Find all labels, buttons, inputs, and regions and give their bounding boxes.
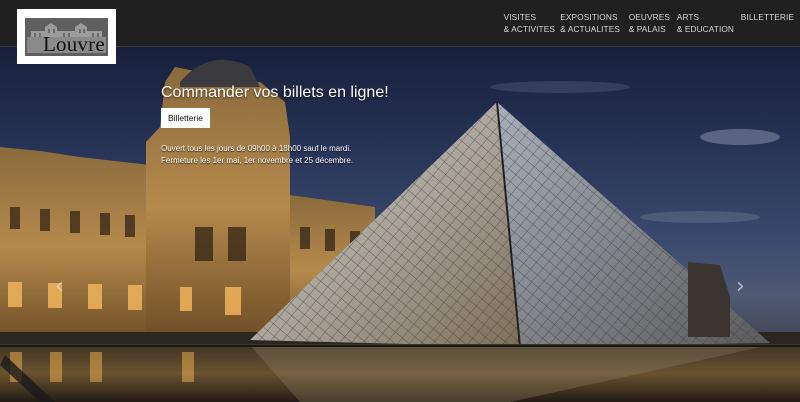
hero-title: Commander vos billets en ligne!	[161, 84, 389, 101]
nav-visites[interactable]: Visites & Activites	[504, 11, 555, 35]
nav-arts-line1: Arts	[676, 12, 700, 22]
nav-expositions-line2: & Actualites	[560, 24, 620, 34]
nav-oeuvres-line2: & Palais	[628, 24, 666, 34]
chevron-left-icon[interactable]: ‹	[55, 274, 64, 299]
nav-arts[interactable]: Arts & Education	[677, 11, 734, 35]
logo[interactable]: Louvre	[17, 9, 116, 64]
hero-image	[0, 59, 800, 402]
hero-carousel: Commander vos billets en ligne! Billette…	[0, 47, 800, 402]
chevron-right-icon[interactable]: ›	[736, 274, 745, 299]
opening-hours-text: Ouvert tous les jours de 09h00 à 18h00 s…	[161, 144, 352, 153]
site-header: Visites & Activites Expositions & Actual…	[0, 0, 800, 47]
closure-dates-text: Fermeture les 1er mai, 1er novembre et 2…	[161, 156, 354, 165]
nav-billetterie-line1: Billetterie	[740, 12, 794, 22]
nav-visites-line1: Visites	[503, 12, 537, 22]
nav-visites-line2: & Activites	[503, 24, 555, 34]
nav-billetterie[interactable]: Billetterie	[741, 11, 794, 23]
nav-oeuvres-line1: Oeuvres	[628, 12, 670, 22]
billetterie-button[interactable]: Billetterie	[161, 108, 210, 128]
logo-text: Louvre	[43, 32, 105, 56]
nav-oeuvres[interactable]: Oeuvres & Palais	[629, 11, 670, 35]
nav-expositions-line1: Expositions	[560, 12, 618, 22]
nav-arts-line2: & Education	[676, 24, 734, 34]
nav-expositions[interactable]: Expositions & Actualites	[560, 11, 620, 35]
logo-emblem: Louvre	[25, 18, 108, 56]
